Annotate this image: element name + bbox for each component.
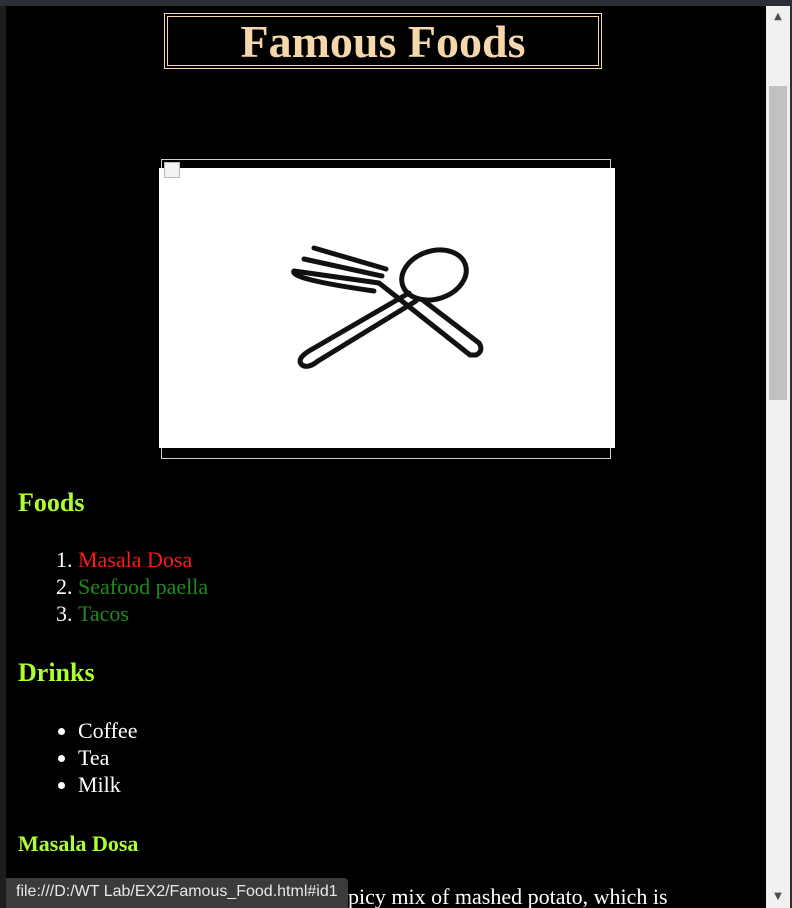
broken-image-icon — [164, 162, 180, 178]
page-viewport: Famous Foods Foods 1. Masala Dosa 2. Sea… — [6, 6, 766, 908]
list-item: Milk — [78, 771, 137, 798]
edge-glyph — [0, 30, 5, 40]
paragraph-text: picy mix of mashed potato, which is — [348, 884, 668, 908]
foods-list: Masala Dosa Seafood paella Tacos — [18, 546, 208, 627]
chevron-down-icon[interactable]: ▼ — [766, 886, 790, 908]
masala-dosa-heading: Masala Dosa — [18, 831, 139, 856]
list-item: Coffee — [78, 717, 137, 744]
list-item: Tacos — [78, 600, 208, 627]
title-banner: Famous Foods — [164, 13, 602, 69]
cutlery-icon — [291, 245, 484, 369]
vertical-scrollbar[interactable]: ▲ ▼ — [766, 6, 790, 908]
list-item: Seafood paella — [78, 573, 208, 600]
list-item: Masala Dosa — [78, 546, 208, 573]
scrollbar-thumb[interactable] — [769, 86, 787, 400]
list-item: Tea — [78, 744, 137, 771]
image-canvas — [159, 168, 615, 448]
page-title: Famous Foods — [240, 16, 526, 67]
drinks-heading: Drinks — [18, 658, 95, 687]
link-status-bar: file:///D:/WT Lab/EX2/Famous_Food.html#i… — [6, 878, 348, 908]
food-image — [159, 159, 615, 459]
foods-heading: Foods — [18, 488, 85, 517]
chevron-up-icon[interactable]: ▲ — [766, 6, 790, 28]
drinks-list: Coffee Tea Milk — [18, 717, 137, 798]
